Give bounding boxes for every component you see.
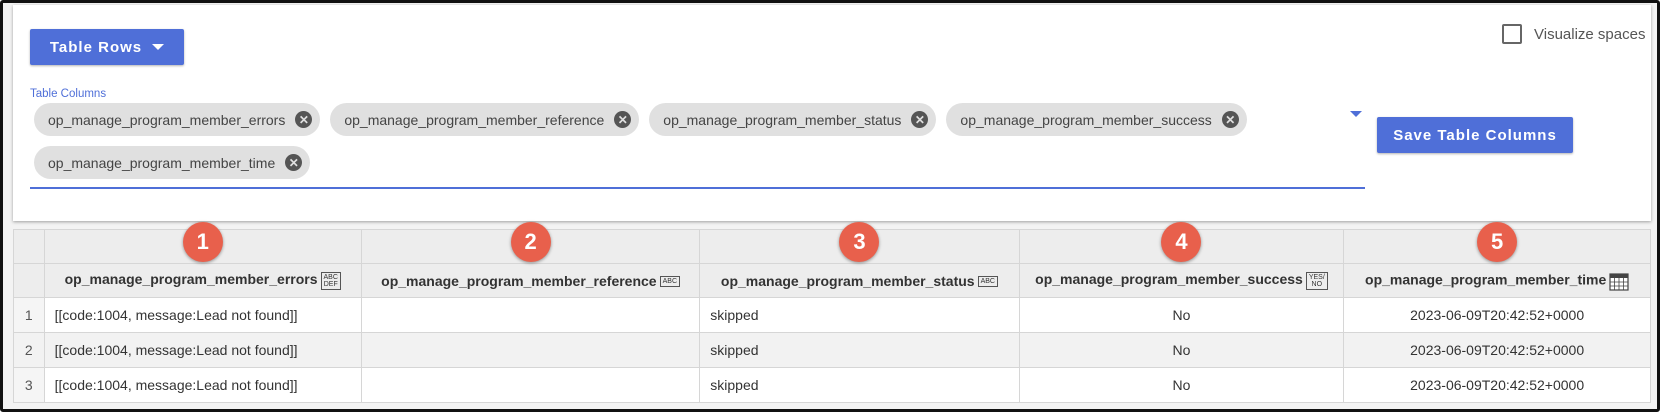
column-chip-label: op_manage_program_member_errors — [48, 111, 286, 128]
table-config-panel: Table Rows Visualize spaces Table Column… — [13, 5, 1651, 221]
data-table: 1 2 3 4 5 op_manage_program_member_error… — [13, 222, 1651, 403]
string-type-icon: ABC — [977, 276, 998, 288]
column-header-success[interactable]: op_manage_program_member_success YES/NO — [1018, 263, 1345, 298]
cell-success: No — [1018, 332, 1345, 368]
column-header-label: op_manage_program_member_errors — [64, 271, 318, 288]
column-marker: 4 — [1161, 222, 1202, 262]
table-row[interactable]: 2 [[code:1004, message:Lead not found]] … — [13, 332, 1651, 368]
column-marker: 2 — [510, 222, 551, 262]
boolean-type-icon: YES/NO — [1305, 271, 1328, 290]
visualize-spaces-label: Visualize spaces — [1534, 25, 1646, 43]
remove-chip-icon[interactable]: ✕ — [295, 111, 313, 128]
cell-status: skipped — [699, 297, 1020, 333]
header-row: op_manage_program_member_errors ABC DEF op… — [13, 263, 1651, 298]
column-marker: 1 — [182, 222, 223, 262]
column-chip-label: op_manage_program_member_time — [48, 154, 276, 171]
remove-chip-icon[interactable]: ✕ — [1221, 111, 1239, 128]
index-header — [13, 263, 45, 298]
column-chip-label: op_manage_program_member_success — [960, 111, 1212, 128]
column-header-label: op_manage_program_member_success — [1035, 271, 1303, 288]
string-type-icon: ABC — [659, 276, 681, 288]
visualize-spaces-toggle[interactable]: Visualize spaces — [1502, 24, 1645, 44]
row-index: 1 — [13, 297, 45, 333]
marker-cell: 3 — [699, 222, 1020, 264]
column-header-label: op_manage_program_member_status — [720, 272, 975, 289]
cell-time: 2023-06-09T20:42:52+0000 — [1343, 332, 1651, 368]
column-chip: op_manage_program_member_status ✕ — [649, 103, 937, 136]
cell-status: skipped — [699, 367, 1020, 403]
column-header-reference[interactable]: op_manage_program_member_reference ABC — [360, 263, 701, 298]
cell-success: No — [1018, 297, 1345, 333]
columns-dropdown-icon[interactable] — [1350, 111, 1362, 117]
marker-row: 1 2 3 4 5 — [13, 222, 1651, 264]
column-header-status[interactable]: op_manage_program_member_status ABC — [699, 263, 1020, 298]
column-header-label: op_manage_program_member_reference — [381, 272, 657, 289]
column-header-time[interactable]: op_manage_program_member_time — [1343, 263, 1651, 298]
save-table-columns-button[interactable]: Save Table Columns — [1377, 117, 1573, 153]
table-row[interactable]: 3 [[code:1004, message:Lead not found]] … — [13, 367, 1651, 403]
caret-down-icon — [152, 44, 165, 50]
remove-chip-icon[interactable]: ✕ — [285, 154, 303, 171]
column-chip: op_manage_program_member_errors ✕ — [34, 103, 321, 136]
cell-errors: [[code:1004, message:Lead not found]] — [43, 332, 362, 368]
column-chip: op_manage_program_member_time ✕ — [34, 146, 311, 179]
visualize-spaces-checkbox[interactable] — [1502, 24, 1522, 44]
marker-cell: 2 — [360, 222, 701, 264]
calendar-icon — [1609, 272, 1629, 291]
column-chip: op_manage_program_member_reference ✕ — [330, 103, 640, 136]
column-chip-label: op_manage_program_member_reference — [344, 111, 605, 128]
table-row[interactable]: 1 [[code:1004, message:Lead not found]] … — [13, 297, 1651, 333]
app-frame: Table Rows Visualize spaces Table Column… — [0, 0, 1660, 412]
marker-cell: 5 — [1343, 222, 1651, 264]
marker-cell: 1 — [43, 222, 362, 264]
remove-chip-icon[interactable]: ✕ — [614, 111, 632, 128]
corner-cell — [13, 229, 45, 264]
cell-reference — [360, 367, 701, 403]
cell-success: No — [1018, 367, 1345, 403]
cell-time: 2023-06-09T20:42:52+0000 — [1343, 297, 1651, 333]
column-header-label: op_manage_program_member_time — [1365, 271, 1607, 288]
table-rows-button[interactable]: Table Rows — [30, 29, 184, 65]
cell-reference — [360, 332, 701, 368]
column-chip-list: op_manage_program_member_errors ✕ op_man… — [34, 103, 1294, 179]
column-marker: 3 — [839, 222, 880, 262]
marker-cell: 4 — [1018, 222, 1345, 264]
cell-status: skipped — [699, 332, 1020, 368]
cell-time: 2023-06-09T20:42:52+0000 — [1343, 367, 1651, 403]
row-index: 2 — [13, 332, 45, 368]
column-chip: op_manage_program_member_success ✕ — [946, 103, 1247, 136]
column-marker: 5 — [1477, 222, 1518, 262]
cell-errors: [[code:1004, message:Lead not found]] — [43, 367, 362, 403]
remove-chip-icon[interactable]: ✕ — [911, 111, 929, 128]
table-columns-select[interactable]: op_manage_program_member_errors ✕ op_man… — [30, 101, 1365, 189]
column-header-errors[interactable]: op_manage_program_member_errors ABC DEF — [43, 263, 362, 298]
cell-reference — [360, 297, 701, 333]
text-type-icon: ABC DEF — [320, 271, 341, 290]
column-chip-label: op_manage_program_member_status — [663, 111, 902, 128]
table-columns-label: Table Columns — [30, 88, 107, 100]
cell-errors: [[code:1004, message:Lead not found]] — [43, 297, 362, 333]
row-index: 3 — [13, 367, 45, 403]
table-rows-label: Table Rows — [49, 38, 143, 56]
